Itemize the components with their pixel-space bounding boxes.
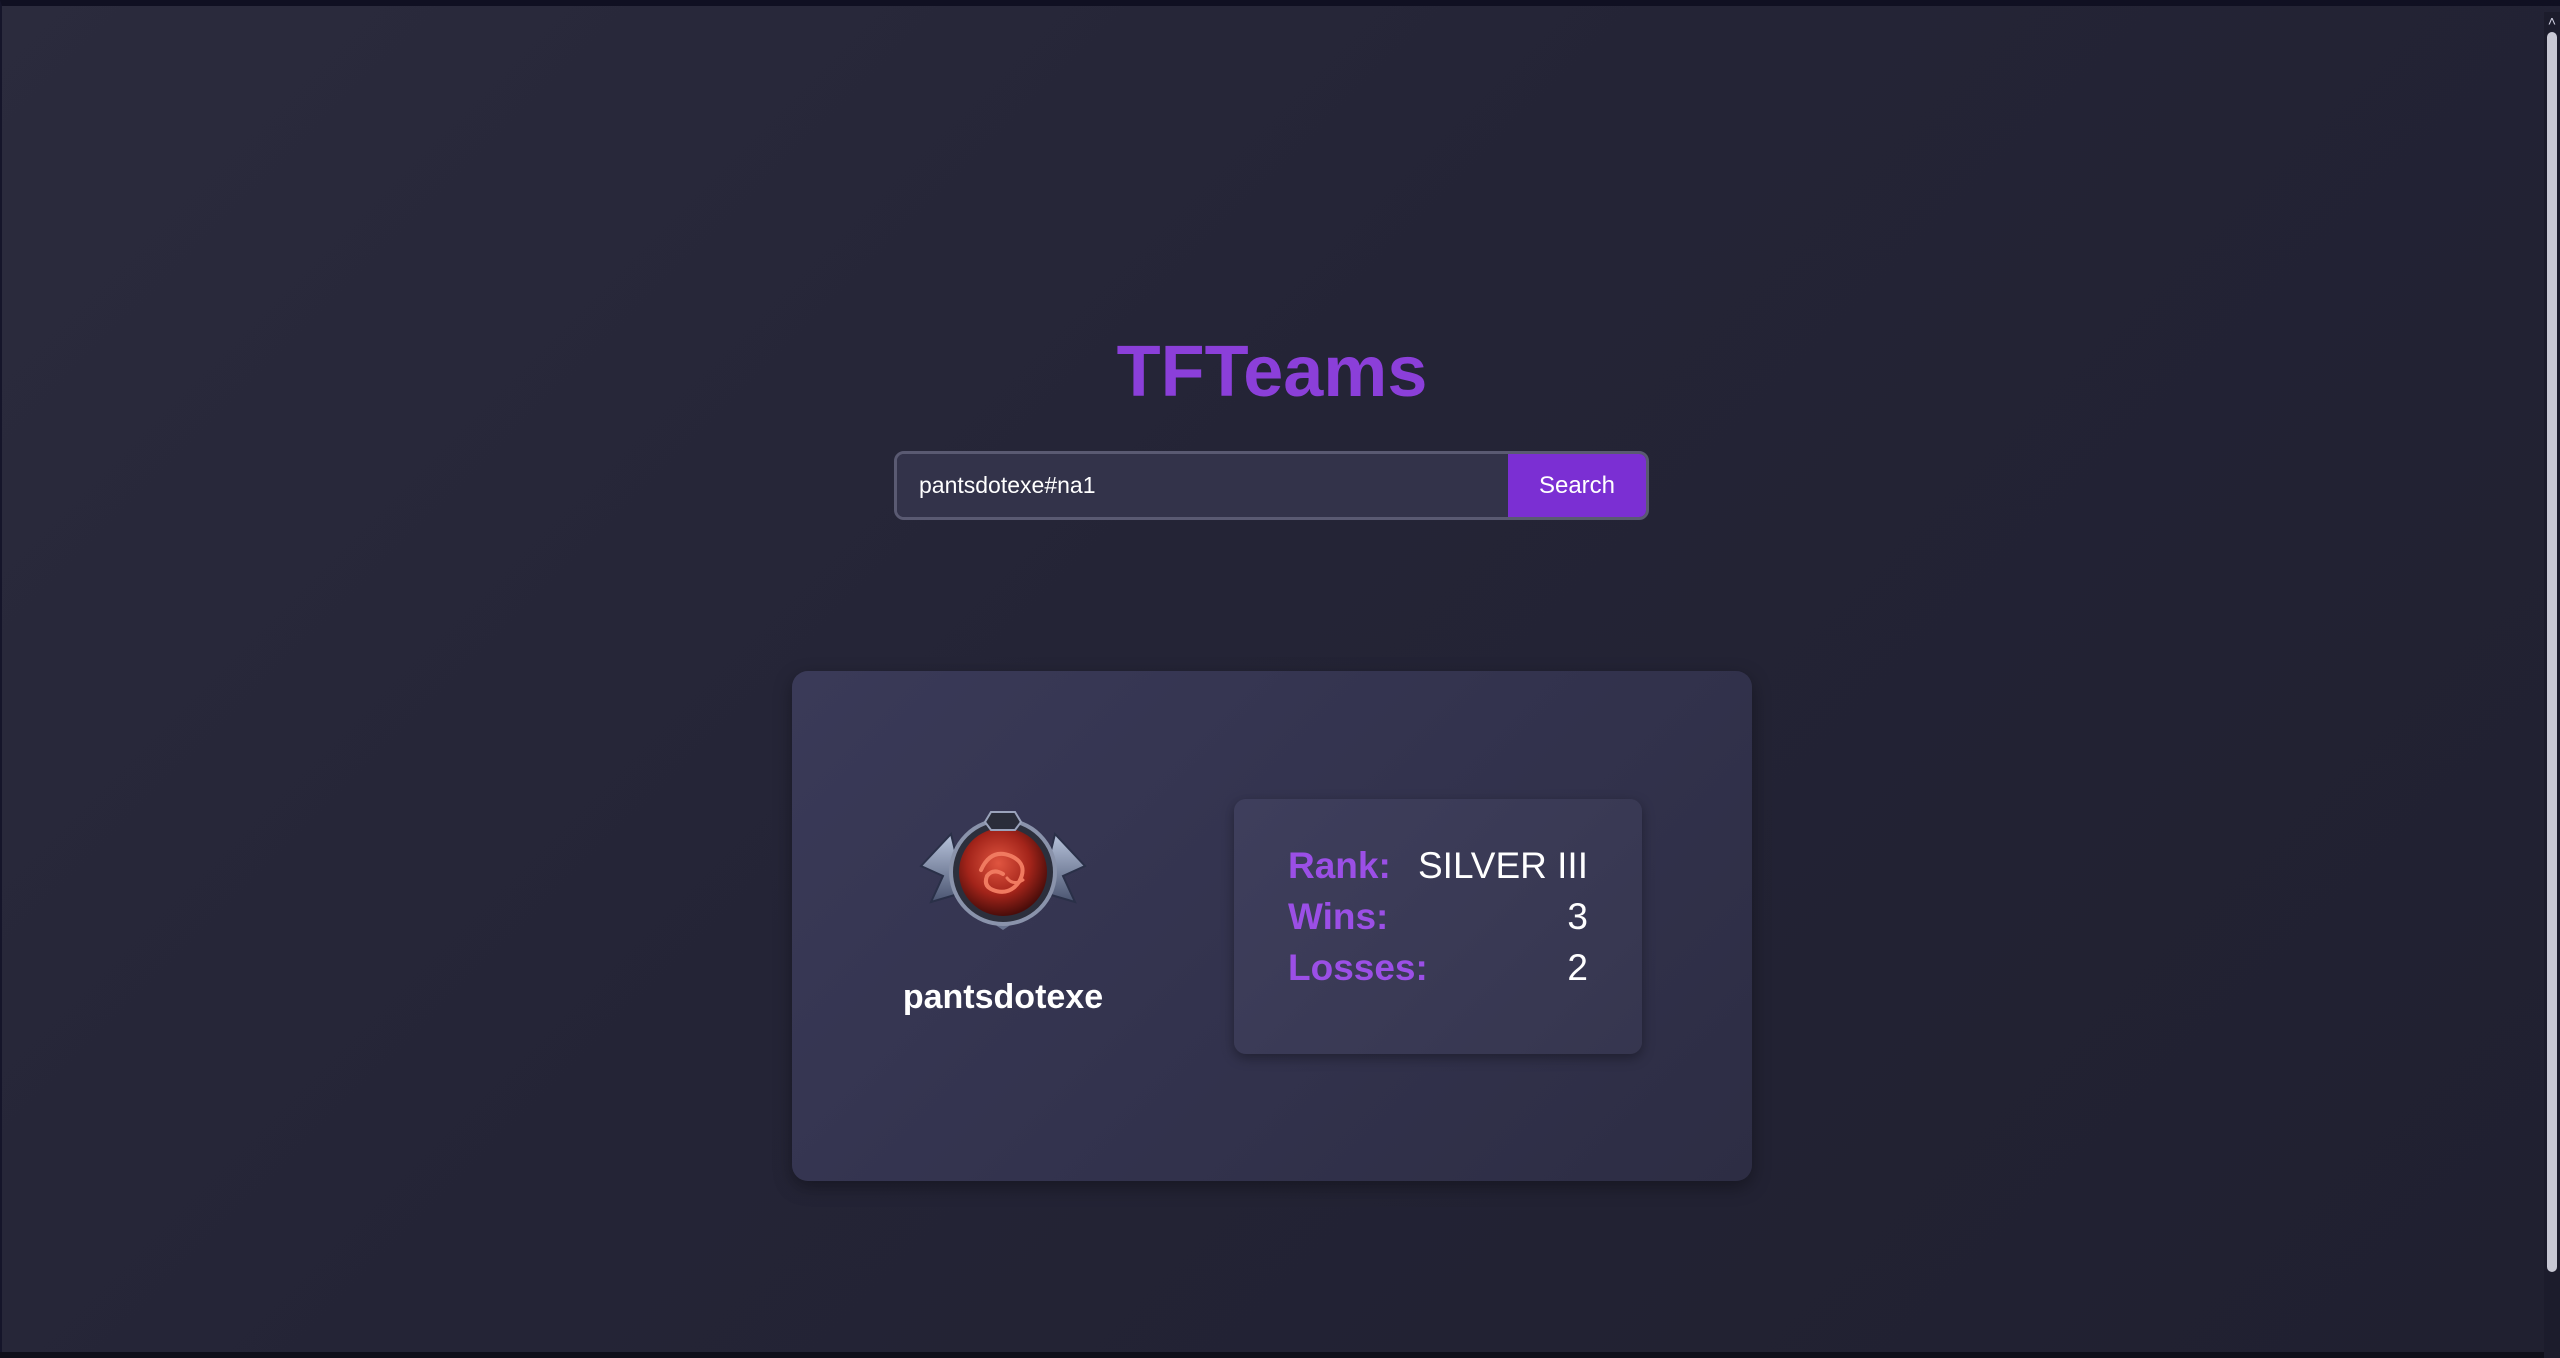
- rank-value: SILVER III: [1418, 845, 1588, 886]
- wins-value: 3: [1567, 896, 1588, 937]
- losses-value: 2: [1567, 947, 1588, 988]
- wins-row: Wins: 3: [1288, 892, 1588, 942]
- profile-summary: pantsdotexe: [897, 806, 1109, 1017]
- losses-row: Losses: 2: [1288, 943, 1588, 993]
- profile-username: pantsdotexe: [902, 978, 1104, 1016]
- rank-label: Rank:: [1288, 845, 1391, 886]
- summoner-avatar-icon: [919, 811, 1087, 930]
- app-window: TFTeams Search: [0, 0, 2560, 1358]
- stats-panel: Rank: SILVER III Wins: 3 Losses: 2: [1234, 799, 1642, 1054]
- wins-label: Wins:: [1288, 896, 1389, 937]
- losses-label: Losses:: [1288, 947, 1428, 988]
- app-title: TFTeams: [1116, 332, 1428, 412]
- summoner-search-input[interactable]: [897, 454, 1508, 517]
- scroll-up-arrow-icon[interactable]: ˄: [2544, 12, 2560, 30]
- search-button[interactable]: Search: [1508, 454, 1646, 517]
- vertical-scrollbar[interactable]: ˄: [2544, 12, 2560, 1358]
- rank-row: Rank: SILVER III: [1288, 841, 1588, 891]
- scroll-thumb[interactable]: [2547, 32, 2557, 1272]
- search-bar: Search: [894, 451, 1649, 520]
- profile-card: pantsdotexe Rank: SILVER III Wins: 3 Los…: [792, 671, 1752, 1181]
